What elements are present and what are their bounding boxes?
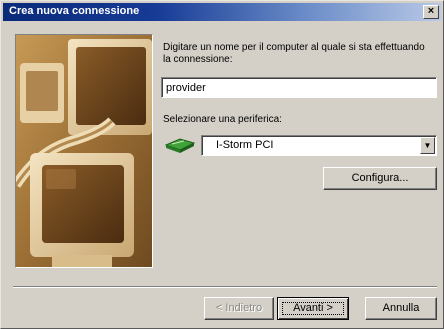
close-button[interactable]: × xyxy=(423,5,439,19)
connection-name-prompt: Digitare un nome per il computer al qual… xyxy=(163,42,425,65)
next-button-label: Avanti > xyxy=(293,302,333,314)
button-separator xyxy=(13,286,437,288)
device-label: Selezionare una periferica: xyxy=(163,114,282,125)
computer-monitors-illustration xyxy=(15,34,153,268)
next-button[interactable]: Avanti > xyxy=(277,297,349,320)
device-select-value: I-Storm PCI xyxy=(216,139,274,151)
configure-button[interactable]: Configura... xyxy=(323,167,437,190)
connection-name-input[interactable] xyxy=(161,77,437,98)
back-button[interactable]: < Indietro xyxy=(204,297,274,320)
window-title: Crea nuova connessione xyxy=(9,5,140,17)
device-select[interactable]: I-Storm PCI ▼ xyxy=(201,135,437,156)
modem-icon xyxy=(164,134,196,154)
title-bar[interactable]: Crea nuova connessione × xyxy=(3,3,441,21)
chevron-down-icon[interactable]: ▼ xyxy=(420,137,435,154)
connection-wizard-window: Crea nuova connessione × Digitare un nom… xyxy=(0,0,444,329)
cancel-button[interactable]: Annulla xyxy=(365,297,437,320)
